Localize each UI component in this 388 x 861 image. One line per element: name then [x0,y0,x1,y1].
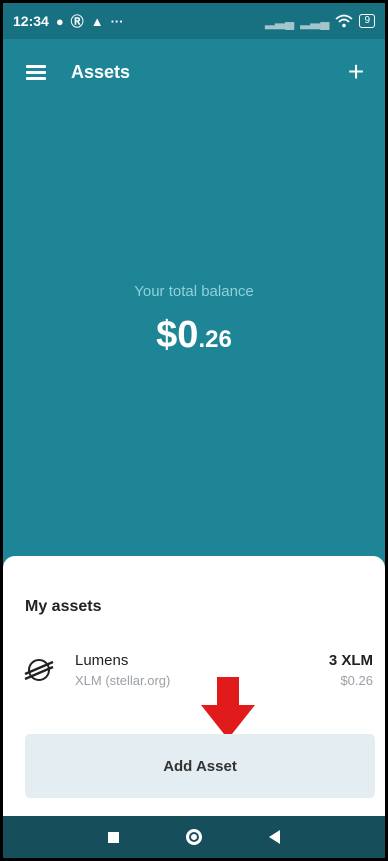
menu-button[interactable] [3,39,69,105]
asset-row-lumens[interactable]: Lumens XLM (stellar.org) 3 XLM $0.26 [3,648,385,704]
status-time: 12:34 [13,13,49,29]
hamburger-menu-icon [26,65,46,80]
data-saver-icon: Ⓡ [70,13,84,29]
status-left: 12:34 ● Ⓡ ▲ ··· [13,13,124,29]
add-button[interactable]: + [327,39,385,105]
home-button[interactable] [179,822,209,852]
balance-cents: .26 [198,326,232,353]
water-drop-icon: ● [55,13,64,29]
battery-icon: 9 [359,14,375,28]
balance-value: $0.26 [3,314,385,357]
assets-sheet: My assets Lumens XLM (stellar.org) 3 XLM… [3,556,385,816]
stellar-logo-icon [24,659,54,681]
wifi-icon [335,14,354,28]
assets-section-title: My assets [25,598,102,615]
asset-subtitle: XLM (stellar.org) [75,673,171,688]
recents-button[interactable] [98,822,128,852]
balance-area: Your total balance $0.26 [3,283,385,357]
asset-usd-value: $0.26 [340,673,373,688]
asset-name: Lumens [75,652,129,669]
system-nav-bar [3,816,385,858]
back-button[interactable] [260,822,290,852]
signal-icon: ▂▃▄ [265,13,295,29]
app-bar: Assets + [3,39,385,105]
back-triangle-icon [269,830,281,844]
asset-amount: 3 XLM [328,652,373,669]
signal-icon: ▂▃▄ [300,13,330,29]
plus-icon: + [347,56,365,87]
home-circle-icon [185,829,202,845]
app-screen: 12:34 ● Ⓡ ▲ ··· ▂▃▄ ▂▃▄ 9 Assets + Your … [3,3,385,858]
balance-whole: $0 [156,314,199,356]
page-title: Assets [71,61,131,82]
warning-icon: ▲ [90,13,104,29]
status-bar: 12:34 ● Ⓡ ▲ ··· ▂▃▄ ▂▃▄ 9 [3,3,385,39]
recents-square-icon [107,831,119,843]
more-dots-icon: ··· [110,13,124,29]
red-down-arrow-icon [201,677,255,739]
add-asset-button[interactable]: Add Asset [25,734,375,798]
balance-label: Your total balance [134,283,254,300]
status-right: ▂▃▄ ▂▃▄ 9 [265,14,375,28]
